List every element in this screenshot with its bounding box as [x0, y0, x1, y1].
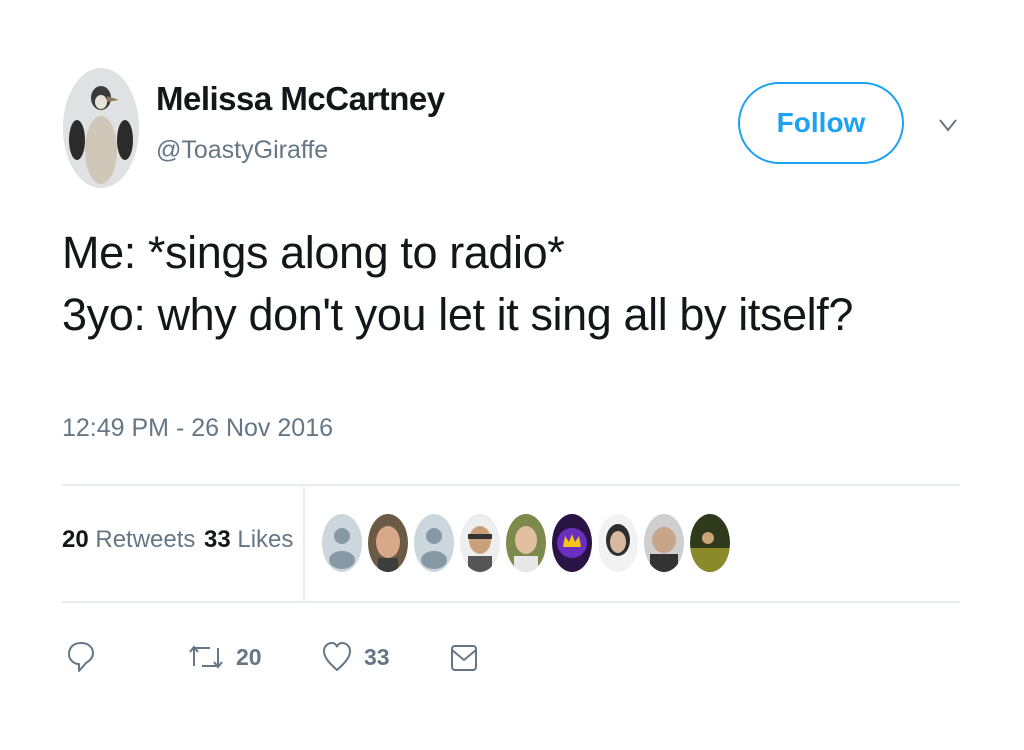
- retweet-button[interactable]: 20: [188, 632, 262, 682]
- stats-separator: [303, 486, 305, 601]
- retweets-label: Retweets: [88, 526, 196, 553]
- retweet-count: 20: [236, 643, 262, 670]
- tweet-actions: 20 33: [62, 632, 960, 682]
- penguin-avatar-icon: [63, 68, 139, 188]
- liker-avatar[interactable]: [368, 514, 408, 572]
- likes-label: Likes: [230, 526, 294, 553]
- tweet-text-line: Me: *sings along to radio*: [62, 227, 565, 278]
- liker-avatar[interactable]: [322, 514, 362, 572]
- liker-avatar[interactable]: [644, 514, 684, 572]
- tweet-timestamp[interactable]: 12:49 PM - 26 Nov 2016: [62, 414, 333, 443]
- liker-avatar[interactable]: [460, 514, 500, 572]
- reply-icon: [68, 642, 94, 672]
- liker-avatar[interactable]: [414, 514, 454, 572]
- user-photo-icon: [690, 514, 730, 572]
- default-avatar-icon: [414, 514, 454, 572]
- divider: [62, 601, 960, 603]
- user-avatar[interactable]: [63, 68, 139, 188]
- user-photo-icon: [644, 514, 684, 572]
- direct-message-button[interactable]: [450, 632, 478, 682]
- user-photo-icon: [506, 514, 546, 572]
- like-button[interactable]: 33: [322, 632, 390, 682]
- direct-message-icon: [451, 645, 477, 671]
- tweet-card: Melissa McCartney @ToastyGiraffe Follow …: [0, 0, 1024, 750]
- retweets-count: 20: [62, 526, 89, 553]
- follow-button[interactable]: Follow: [738, 82, 904, 164]
- tweet-text: Me: *sings along to radio* 3yo: why don'…: [62, 222, 962, 346]
- display-name[interactable]: Melissa McCartney: [156, 80, 445, 118]
- heart-icon: [323, 642, 351, 671]
- tweet-text-line: 3yo: why don't you let it sing all by it…: [62, 289, 854, 340]
- retweet-icon: [189, 645, 223, 669]
- liker-avatar[interactable]: [690, 514, 730, 572]
- user-handle[interactable]: @ToastyGiraffe: [156, 136, 328, 165]
- user-photo-icon: [368, 514, 408, 572]
- reply-button[interactable]: [66, 632, 96, 682]
- like-count: 33: [364, 643, 390, 670]
- user-photo-icon: [460, 514, 500, 572]
- liker-avatar[interactable]: [598, 514, 638, 572]
- tweet-stats: 20 Retweets 33 Likes: [62, 486, 960, 601]
- chevron-down-icon: [939, 119, 957, 132]
- liker-avatar[interactable]: [506, 514, 546, 572]
- more-options-chevron-down-icon[interactable]: [934, 114, 962, 136]
- retweets-stat[interactable]: 20 Retweets: [62, 526, 195, 554]
- default-avatar-icon: [322, 514, 362, 572]
- liker-avatar[interactable]: [552, 514, 592, 572]
- likes-stat[interactable]: 33 Likes: [204, 526, 293, 554]
- likes-count: 33: [204, 526, 231, 553]
- user-photo-icon: [598, 514, 638, 572]
- liker-facepile: [322, 514, 736, 574]
- crown-logo-icon: [552, 514, 592, 572]
